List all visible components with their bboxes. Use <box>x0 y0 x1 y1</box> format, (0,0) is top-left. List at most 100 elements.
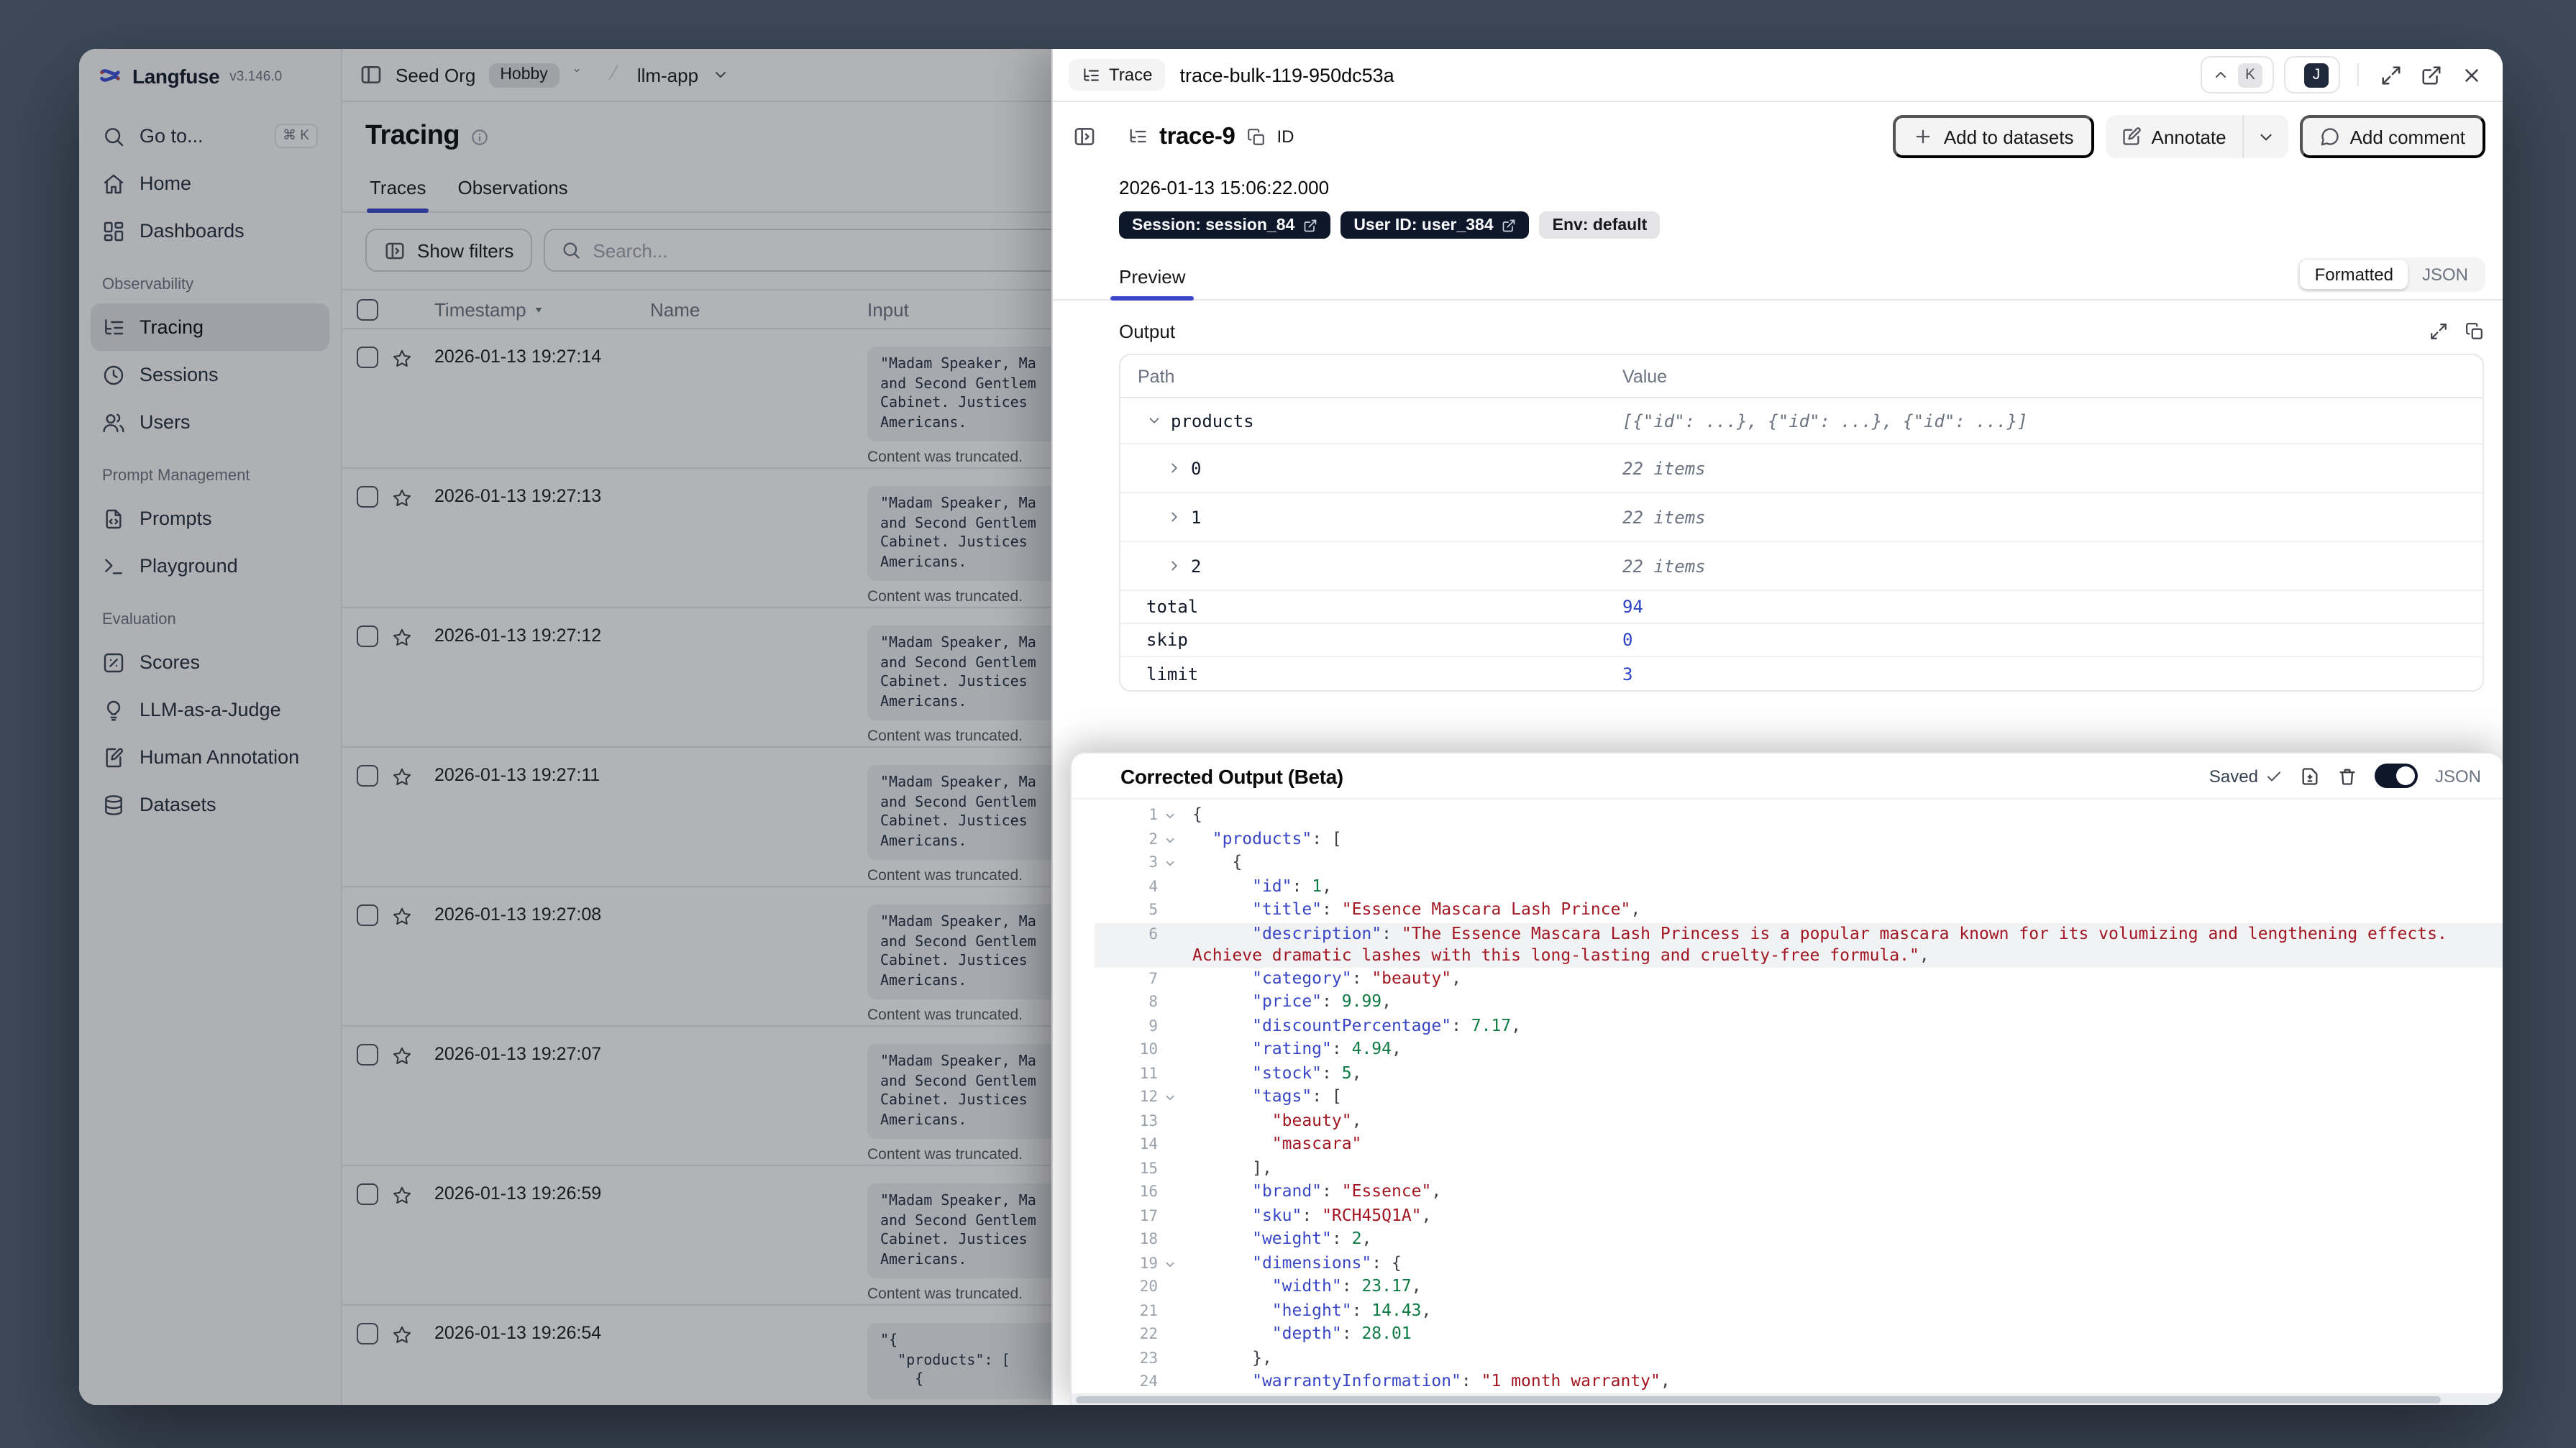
json-code-editor[interactable]: 1{2 "products": [3 {4 "id": 1, 5 "title":… <box>1072 799 2503 1393</box>
output-row-1[interactable]: 1 22 items <box>1120 493 2483 542</box>
close-icon[interactable] <box>2457 60 2487 90</box>
fold-chevron-icon[interactable] <box>1158 804 1182 828</box>
fold-chevron-icon[interactable] <box>1158 851 1182 875</box>
annotate-dropdown-button[interactable] <box>2244 115 2288 158</box>
row-checkbox[interactable] <box>357 1323 378 1344</box>
id-label[interactable]: ID <box>1276 127 1294 147</box>
row-checkbox[interactable] <box>357 765 378 787</box>
sidebar-item-llm-as-a-judge[interactable]: LLM-as-a-Judge <box>91 686 329 733</box>
column-name[interactable]: Name <box>650 298 867 320</box>
row-expand-icon[interactable] <box>1146 413 1162 429</box>
fold-chevron-icon[interactable] <box>1158 1086 1182 1109</box>
row-checkbox[interactable] <box>357 904 378 926</box>
show-filters-button[interactable]: Show filters <box>365 229 533 272</box>
output-copy-icon[interactable] <box>2465 322 2484 341</box>
session-badge[interactable]: Session: session_84 <box>1119 211 1331 239</box>
fold-chevron-icon[interactable] <box>1158 1252 1182 1275</box>
code-line-22[interactable]: 22 "depth": 28.01 <box>1095 1323 2503 1347</box>
code-line-23[interactable]: 23 }, <box>1095 1347 2503 1370</box>
output-row-products[interactable]: products [{"id": ...}, {"id": ...}, {"id"… <box>1120 398 2483 444</box>
expand-icon[interactable] <box>2376 60 2406 90</box>
code-line-18[interactable]: 18 "weight": 2, <box>1095 1228 2503 1252</box>
file-diff-icon[interactable] <box>2300 766 2320 786</box>
sidebar-item-datasets[interactable]: Datasets <box>91 781 329 828</box>
row-expand-icon[interactable] <box>1166 558 1182 574</box>
open-external-icon[interactable] <box>2416 60 2447 90</box>
row-checkbox[interactable] <box>357 1183 378 1205</box>
code-line-1[interactable]: 1{ <box>1095 804 2503 828</box>
format-formatted[interactable]: Formatted <box>2300 260 2408 289</box>
code-line-6[interactable]: 6 "description": "The Essence Mascara La… <box>1095 922 2503 967</box>
code-line-12[interactable]: 12 "tags": [ <box>1095 1086 2503 1109</box>
row-checkbox[interactable] <box>357 1044 378 1066</box>
select-all-checkbox[interactable] <box>357 298 378 320</box>
row-checkbox[interactable] <box>357 486 378 508</box>
trash-icon[interactable] <box>2337 766 2357 786</box>
tab-traces[interactable]: Traces <box>367 177 430 213</box>
annotate-button[interactable]: Annotate <box>2106 126 2242 147</box>
bookmark-star-icon[interactable] <box>391 1324 413 1346</box>
code-line-5[interactable]: 5 "title": "Essence Mascara Lash Prince"… <box>1095 899 2503 922</box>
page-info-icon[interactable] <box>471 127 490 146</box>
code-line-17[interactable]: 17 "sku": "RCH45Q1A", <box>1095 1204 2503 1228</box>
code-line-19[interactable]: 19 "dimensions": { <box>1095 1252 2503 1275</box>
panel-left-toggle-icon[interactable] <box>360 63 383 86</box>
fold-chevron-icon[interactable] <box>1158 828 1182 851</box>
bookmark-star-icon[interactable] <box>391 487 413 509</box>
sidebar-item-human-annotation[interactable]: Human Annotation <box>91 733 329 781</box>
tab-observations[interactable]: Observations <box>455 177 571 211</box>
output-expand-icon[interactable] <box>2429 322 2448 341</box>
sidebar-item-go-to[interactable]: Go to... ⌘ K <box>91 112 329 160</box>
breadcrumb-org[interactable]: Seed Org <box>396 64 475 86</box>
editor-horizontal-scrollbar[interactable] <box>1072 1393 2503 1405</box>
project-chevron-down-icon[interactable] <box>711 66 729 83</box>
copy-id-icon[interactable] <box>1246 127 1265 146</box>
tree-panel-toggle-icon[interactable] <box>1073 125 1096 148</box>
code-line-2[interactable]: 2 "products": [ <box>1095 828 2503 851</box>
code-line-3[interactable]: 3 { <box>1095 851 2503 875</box>
add-to-datasets-button[interactable]: Add to datasets <box>1893 115 2094 158</box>
format-json[interactable]: JSON <box>2408 260 2483 289</box>
output-row-0[interactable]: 0 22 items <box>1120 444 2483 493</box>
sidebar-item-playground[interactable]: Playground <box>91 542 329 590</box>
bookmark-star-icon[interactable] <box>391 1045 413 1067</box>
code-line-16[interactable]: 16 "brand": "Essence", <box>1095 1181 2503 1204</box>
sidebar-item-scores[interactable]: Scores <box>91 638 329 686</box>
column-timestamp[interactable]: Timestamp <box>434 298 650 320</box>
code-line-4[interactable]: 4 "id": 1, <box>1095 875 2503 899</box>
add-comment-button[interactable]: Add comment <box>2299 115 2485 158</box>
tab-preview[interactable]: Preview <box>1110 266 1195 301</box>
prev-trace-button[interactable]: K <box>2201 56 2274 93</box>
output-row-2[interactable]: 2 22 items <box>1120 542 2483 591</box>
code-line-15[interactable]: 15 ], <box>1095 1157 2503 1181</box>
code-line-14[interactable]: 14 "mascara" <box>1095 1133 2503 1157</box>
bookmark-star-icon[interactable] <box>391 1185 413 1206</box>
row-checkbox[interactable] <box>357 347 378 368</box>
sidebar-item-sessions[interactable]: Sessions <box>91 351 329 398</box>
sidebar-item-tracing[interactable]: Tracing <box>91 303 329 351</box>
row-checkbox[interactable] <box>357 626 378 647</box>
user-badge[interactable]: User ID: user_384 <box>1340 211 1530 239</box>
bookmark-star-icon[interactable] <box>391 766 413 788</box>
sidebar-item-dashboards[interactable]: Dashboards <box>91 207 329 255</box>
sidebar-item-home[interactable]: Home <box>91 160 329 207</box>
next-trace-button[interactable]: J <box>2284 56 2340 93</box>
code-line-20[interactable]: 20 "width": 23.17, <box>1095 1275 2503 1299</box>
code-line-10[interactable]: 10 "rating": 4.94, <box>1095 1038 2503 1062</box>
code-line-9[interactable]: 9 "discountPercentage": 7.17, <box>1095 1014 2503 1038</box>
code-line-11[interactable]: 11 "stock": 5, <box>1095 1062 2503 1086</box>
trace-type-chip[interactable]: Trace <box>1069 59 1166 91</box>
code-line-7[interactable]: 7 "category": "beauty", <box>1095 967 2503 991</box>
bookmark-star-icon[interactable] <box>391 906 413 927</box>
sidebar-item-users[interactable]: Users <box>91 398 329 446</box>
bookmark-star-icon[interactable] <box>391 627 413 649</box>
org-chevron-down-icon[interactable] <box>572 66 590 83</box>
code-line-21[interactable]: 21 "height": 14.43, <box>1095 1299 2503 1323</box>
json-mode-toggle[interactable] <box>2374 764 2418 788</box>
sidebar-item-prompts[interactable]: Prompts <box>91 495 329 542</box>
code-line-8[interactable]: 8 "price": 9.99, <box>1095 991 2503 1014</box>
breadcrumb-project[interactable]: llm-app <box>637 64 698 86</box>
code-line-24[interactable]: 24 "warrantyInformation": "1 month warra… <box>1095 1370 2503 1393</box>
bookmark-star-icon[interactable] <box>391 348 413 370</box>
row-expand-icon[interactable] <box>1166 460 1182 476</box>
